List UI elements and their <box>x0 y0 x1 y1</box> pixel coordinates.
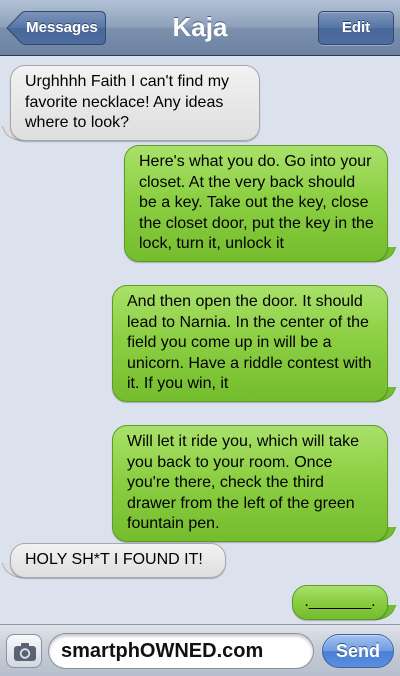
message-bubble-outgoing: Here's what you do. Go into your closet.… <box>124 145 388 262</box>
message-text: ._______. <box>304 593 376 610</box>
message-input-bar: smartphOWNED.com Send <box>0 624 400 676</box>
navigation-bar: Messages Kaja Edit <box>0 0 400 56</box>
message-bubble-incoming: Urghhhh Faith I can't find my favorite n… <box>10 65 260 141</box>
message-text: HOLY SH*T I FOUND IT! <box>25 551 203 568</box>
message-bubble-outgoing: And then open the door. It should lead t… <box>112 285 388 402</box>
edit-button[interactable]: Edit <box>318 11 394 45</box>
camera-icon <box>14 643 36 661</box>
message-text: Urghhhh Faith I can't find my favorite n… <box>25 73 230 131</box>
message-text: Will let it ride you, which will take yo… <box>127 433 360 532</box>
message-bubble-outgoing: ._______. <box>292 585 388 620</box>
message-list: Urghhhh Faith I can't find my favorite n… <box>0 57 400 624</box>
message-bubble-outgoing: Will let it ride you, which will take yo… <box>112 425 388 542</box>
send-button[interactable]: Send <box>322 634 394 668</box>
camera-button[interactable] <box>6 634 42 668</box>
message-text: Here's what you do. Go into your closet.… <box>139 153 374 252</box>
message-bubble-incoming: HOLY SH*T I FOUND IT! <box>10 543 226 578</box>
message-text: And then open the door. It should lead t… <box>127 293 372 392</box>
message-text-field[interactable]: smartphOWNED.com <box>48 633 314 669</box>
